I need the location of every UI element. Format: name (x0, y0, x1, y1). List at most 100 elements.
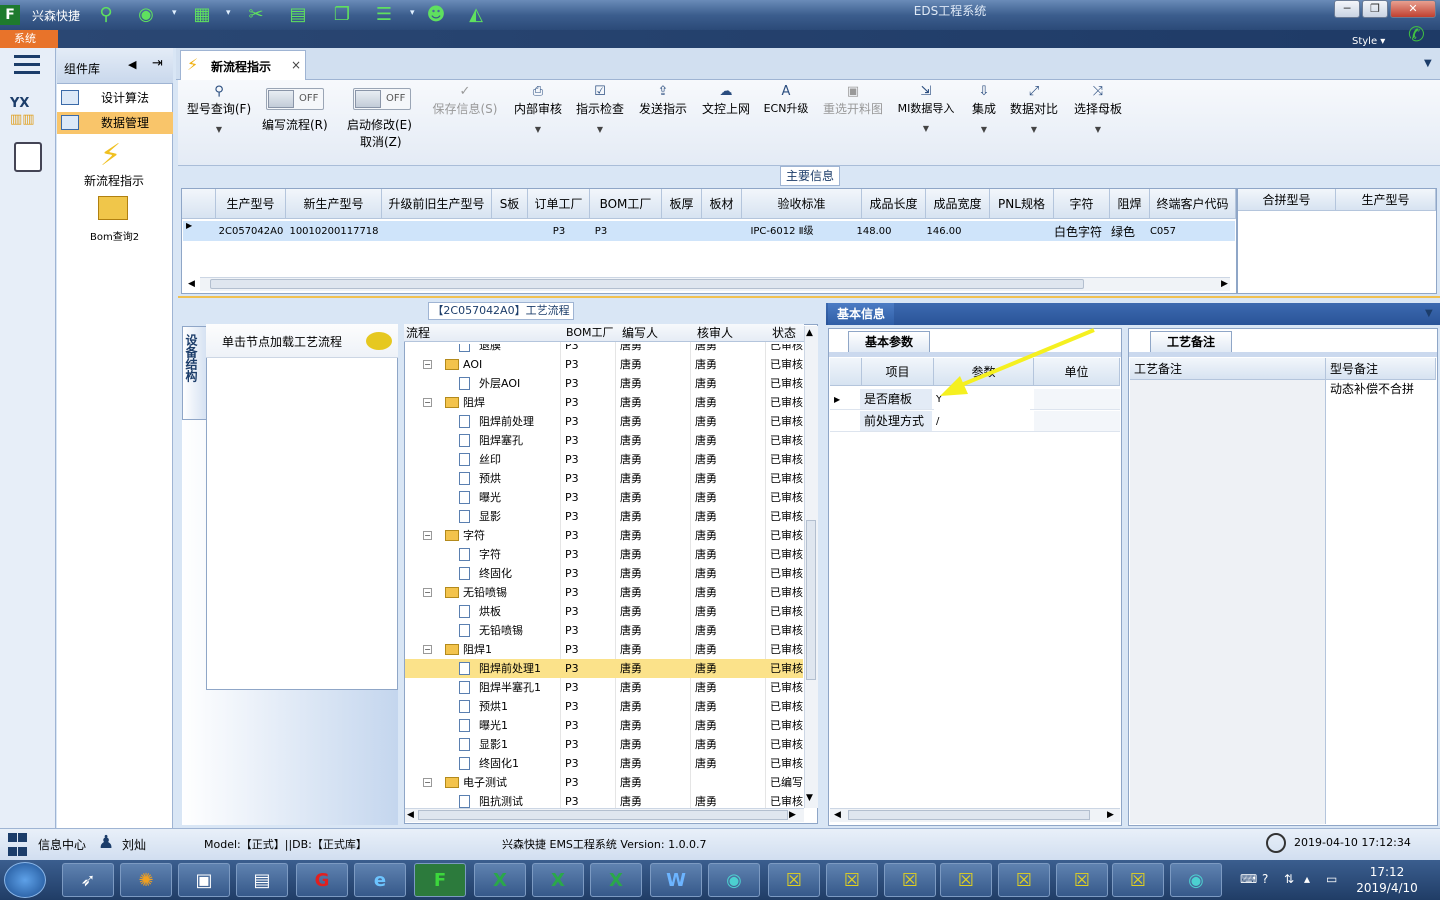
maximize-button[interactable]: ❐ (1362, 0, 1388, 18)
tree-row[interactable]: 阻焊前处理1 P3 唐勇 唐勇 已审核 (405, 659, 803, 678)
tree-row[interactable]: − AOI P3 唐勇 唐勇 已审核 (405, 355, 803, 374)
keyboard-icon[interactable]: ⌨ (1240, 872, 1257, 886)
column-header[interactable]: 状态 (772, 325, 796, 341)
taskbar-app-window-icon[interactable]: ☒ (826, 863, 878, 897)
tab-process-remark[interactable]: 工艺备注 (1150, 331, 1232, 353)
table-cell[interactable]: 白色字符 (1048, 222, 1108, 242)
collapse-icon[interactable]: − (423, 360, 432, 369)
info-center-link[interactable]: 信息中心 (38, 836, 86, 853)
mi-data-import-button[interactable]: ⇲ MI数据导入 ▼ (894, 84, 958, 133)
scroll-up-icon[interactable]: ▲ (806, 328, 813, 338)
tree-row[interactable]: − 无铅喷锡 P3 唐勇 唐勇 已审核 (405, 583, 803, 602)
column-header[interactable]: 订单工厂 (528, 189, 590, 219)
tree-row[interactable]: 终固化1 P3 唐勇 唐勇 已审核 (405, 754, 803, 773)
column-header[interactable]: 验收标准 (742, 189, 862, 219)
table-cell[interactable]: 10010200117718 (286, 222, 382, 242)
chevron-down-icon[interactable]: ▾ (226, 8, 231, 18)
tree-row[interactable]: − 阻焊1 P3 唐勇 唐勇 已审核 (405, 640, 803, 659)
column-header[interactable]: 升级前旧生产型号 (382, 189, 492, 219)
tab-new-flow[interactable]: ⚡ 新流程指示 × (180, 50, 306, 80)
folder-icon[interactable] (98, 196, 128, 220)
scissors-icon[interactable]: ✂ (246, 5, 266, 25)
column-header[interactable]: 工艺备注 (1130, 358, 1326, 380)
tree-row[interactable]: 预烘 P3 唐勇 唐勇 已审核 (405, 469, 803, 488)
chevron-down-icon[interactable]: ▼ (1425, 308, 1433, 319)
shortcut-bom-query[interactable]: Bom查询2 (90, 228, 139, 243)
column-header[interactable]: S板 (492, 189, 528, 219)
column-header[interactable]: BOM工厂 (566, 325, 614, 341)
taskbar-app-window-icon[interactable]: ☒ (884, 863, 936, 897)
table-cell[interactable]: 146.00 (912, 222, 976, 242)
chevron-down-icon[interactable]: ▾ (172, 8, 177, 18)
column-header[interactable]: 型号备注 (1326, 358, 1436, 380)
pin-icon[interactable]: ⇥ (152, 56, 163, 71)
taskbar-app-excel-icon[interactable]: X (532, 863, 584, 897)
column-header[interactable]: BOM工厂 (590, 189, 662, 219)
film-icon[interactable]: ▤ (288, 5, 308, 25)
table-cell[interactable]: 148.00 (842, 222, 906, 242)
column-header[interactable]: 流程 (406, 325, 430, 341)
tree-row[interactable]: − 电子测试 P3 唐勇 已编写 (405, 773, 803, 792)
start-button[interactable] (4, 862, 46, 898)
taskbar-app-shell-icon[interactable]: ✺ (120, 863, 172, 897)
monitor-icon[interactable]: ▭ (1326, 872, 1337, 886)
speech-bubble-icon[interactable] (366, 332, 392, 350)
ecn-upgrade-button[interactable]: A ECN升级 (762, 84, 810, 116)
collapse-left-icon[interactable]: ◀ (128, 58, 136, 71)
taskbar-app-g-icon[interactable]: G (296, 863, 348, 897)
taskbar-app-eds-icon[interactable]: F (414, 863, 466, 897)
table-cell[interactable]: 绿色 (1108, 222, 1138, 242)
phone-icon[interactable]: ✆ (1408, 22, 1425, 46)
scrollbar-thumb[interactable] (806, 520, 816, 680)
tree-row[interactable]: 曝光1 P3 唐勇 唐勇 已审核 (405, 716, 803, 735)
network-icon[interactable]: ⇅ (1284, 872, 1294, 886)
scroll-down-icon[interactable]: ▼ (806, 793, 813, 803)
send-instruction-button[interactable]: ⇪ 发送指示 (637, 84, 689, 117)
windows-icon[interactable] (8, 832, 28, 856)
column-header[interactable]: 终端客户代码 (1150, 189, 1236, 219)
column-header[interactable]: 字符 (1054, 189, 1110, 219)
taskbar-app-save-icon[interactable]: ▣ (178, 863, 230, 897)
collapse-icon[interactable]: − (423, 398, 432, 407)
start-modify-toggle[interactable]: OFF (353, 88, 411, 110)
horizontal-splitter[interactable] (178, 296, 1440, 302)
taskbar-app-eye-icon[interactable]: ◉ (708, 863, 760, 897)
sidebar-item-data-management[interactable]: 数据管理 (57, 112, 173, 134)
column-header[interactable]: 成品长度 (862, 189, 926, 219)
model-remark-value[interactable]: 动态补偿不合拼 (1330, 380, 1414, 397)
collapse-icon[interactable]: − (423, 531, 432, 540)
calculator-icon[interactable] (14, 142, 42, 172)
scrollbar-thumb[interactable] (210, 279, 1084, 289)
collapse-icon[interactable]: − (423, 778, 432, 787)
tree-row[interactable]: − 字符 P3 唐勇 唐勇 已审核 (405, 526, 803, 545)
scroll-right-icon[interactable]: ▶ (1221, 279, 1228, 289)
tree-row[interactable]: 显影1 P3 唐勇 唐勇 已审核 (405, 735, 803, 754)
system-tab[interactable]: 系统 (0, 30, 58, 48)
chevron-down-icon[interactable]: ▼ (1424, 58, 1432, 69)
table-cell[interactable]: P3 (528, 222, 590, 242)
shortcut-new-flow[interactable]: 新流程指示 (84, 172, 144, 189)
taskbar-app-window-icon[interactable]: ☒ (998, 863, 1050, 897)
tree-row[interactable]: 丝印 P3 唐勇 唐勇 已审核 (405, 450, 803, 469)
column-header[interactable]: 项目 (862, 358, 934, 386)
globe-icon[interactable]: ◉ (136, 5, 156, 25)
scroll-right-icon[interactable]: ▶ (1107, 810, 1114, 820)
taskbar-app-ie-icon[interactable]: e (354, 863, 406, 897)
tree-row[interactable]: 无铅喷锡 P3 唐勇 唐勇 已审核 (405, 621, 803, 640)
column-header[interactable]: 阻焊 (1110, 189, 1150, 219)
scrollbar-thumb[interactable] (848, 810, 1090, 820)
cancel-modify-button[interactable]: 取消(Z) (360, 133, 402, 150)
taskbar-app-bird-icon[interactable]: ➶ (62, 863, 114, 897)
taskbar-app-window-icon[interactable]: ☒ (1112, 863, 1164, 897)
table-row[interactable]: 前处理方式 / (830, 411, 1120, 432)
taskbar-app-window-icon[interactable]: ☒ (940, 863, 992, 897)
copy-icon[interactable]: ❐ (332, 5, 352, 25)
table-cell[interactable] (382, 222, 492, 242)
chevron-down-icon[interactable]: ▾ (410, 8, 415, 18)
tab-basic-info[interactable]: 基本信息 (828, 303, 894, 325)
user-icon[interactable]: ☻ (426, 5, 446, 25)
tree-row[interactable]: 终固化 P3 唐勇 唐勇 已审核 (405, 564, 803, 583)
yx-logo-icon[interactable]: YX ▥▥ (10, 96, 44, 128)
collapse-icon[interactable]: − (423, 588, 432, 597)
column-header[interactable]: 新生产型号 (286, 189, 382, 219)
